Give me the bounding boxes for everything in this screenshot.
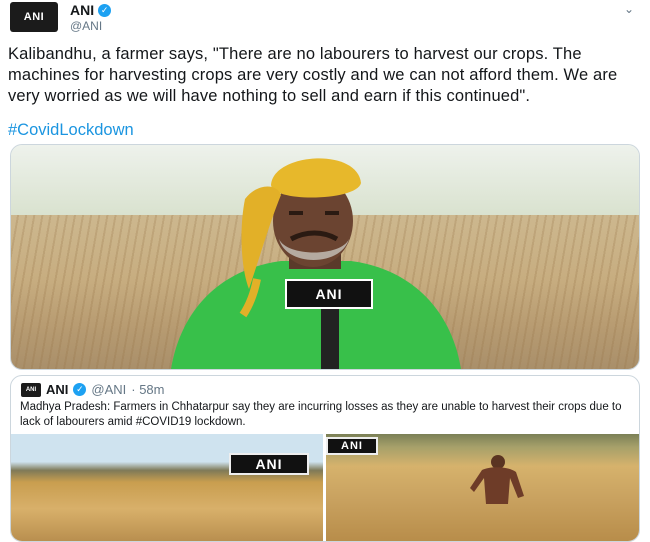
ani-badge: ANI: [229, 453, 309, 475]
verified-badge-icon: ✓: [98, 3, 112, 17]
quoted-avatar: ANI: [21, 382, 41, 397]
chevron-down-icon[interactable]: ⌄: [624, 2, 634, 16]
quoted-image-1[interactable]: ANI: [11, 434, 323, 541]
farmer-figure: [171, 158, 461, 369]
author-handle[interactable]: @ANI: [70, 19, 111, 33]
tweet-text: Kalibandhu, a farmer says, "There are no…: [8, 45, 618, 105]
author-block: ANI ✓ @ANI: [70, 2, 112, 33]
quoted-author-name: ANI: [46, 382, 69, 397]
quoted-image-2[interactable]: ANI: [326, 434, 639, 541]
quoted-text: Madhya Pradesh: Farmers in Chhatarpur sa…: [20, 401, 622, 428]
quoted-handle: @ANI: [91, 382, 127, 397]
avatar[interactable]: ANI: [10, 2, 58, 32]
person-in-field: [470, 455, 524, 504]
hashtag-link[interactable]: #CovidLockdown: [8, 121, 134, 140]
quoted-header: ANI ANI ✓ @ANI · 58m: [21, 382, 165, 397]
ani-badge: ANI: [326, 437, 378, 455]
quoted-time: · 58m: [131, 382, 165, 397]
tweet-image[interactable]: ANI: [10, 144, 640, 370]
quoted-tweet[interactable]: ANI ANI ✓ @ANI · 58m Madhya Pradesh: Far…: [10, 375, 640, 542]
tweet-card: ANI ANI ✓ @ANI ⌄ Kalibandhu, a farmer sa…: [0, 0, 650, 542]
author-name-row[interactable]: ANI ✓: [70, 2, 112, 18]
mic-flag-logo: ANI: [285, 279, 373, 309]
verified-badge-icon: ✓: [73, 383, 87, 396]
author-name[interactable]: ANI: [70, 2, 94, 18]
avatar-logo: ANI: [23, 11, 45, 23]
